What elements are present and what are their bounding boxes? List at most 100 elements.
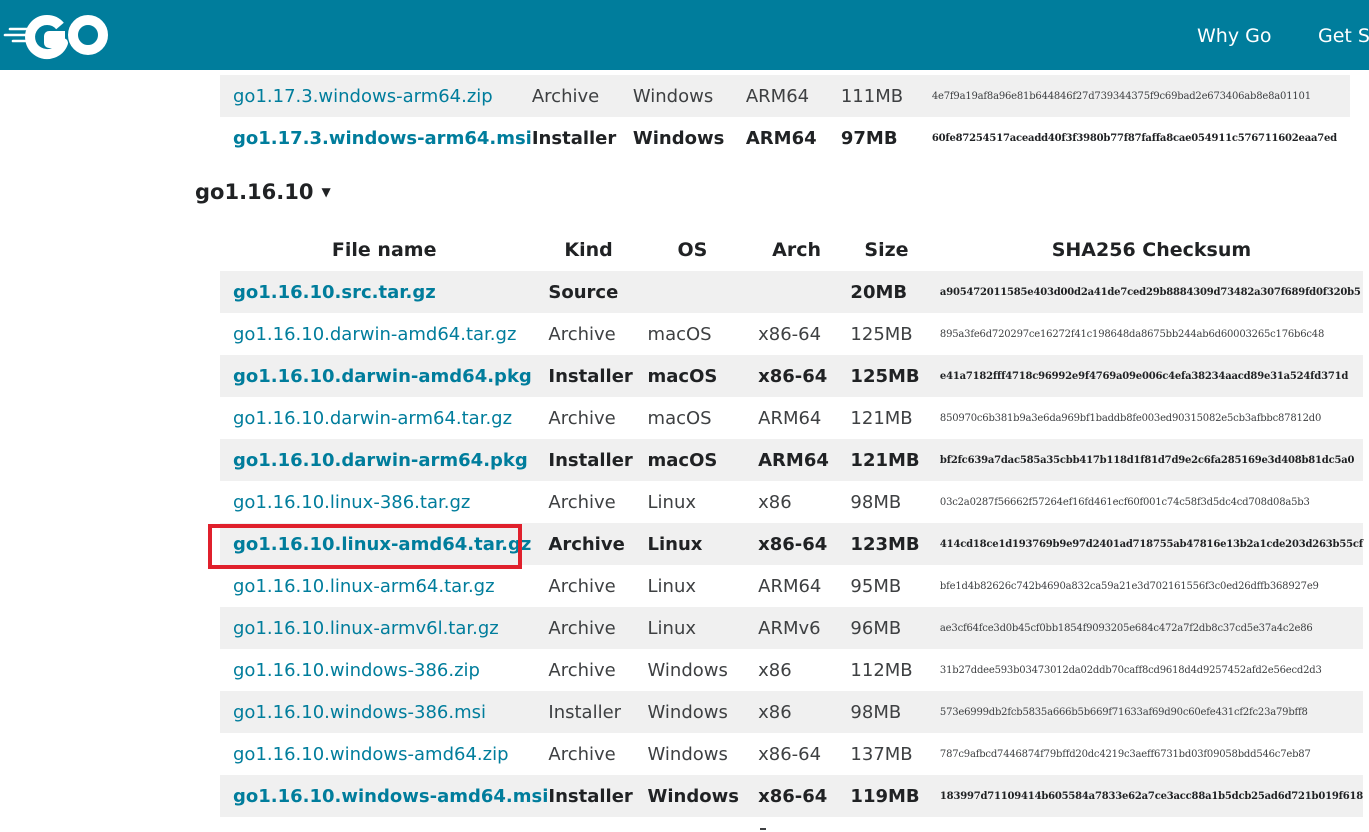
os-cell: macOS <box>647 407 712 429</box>
table-row: go1.16.10.linux-386.tar.gz Archive Linux x8… <box>220 481 1363 523</box>
col-arch: Arch <box>772 239 821 261</box>
checksum-cell: 183997d71109414b605584a7833e62a7ce3acc88… <box>939 790 1363 802</box>
checksum-cell: 4e7f9a19af8a96e81b644846f27d739344375f9c… <box>931 90 1311 102</box>
size-cell: 111MB <box>840 85 904 107</box>
os-cell: Windows <box>647 659 728 681</box>
download-link[interactable]: go1.16.10.darwin-arm64.pkg <box>233 450 528 471</box>
download-link[interactable]: go1.16.10.windows-386.msi <box>233 702 486 723</box>
size-cell: 119MB <box>850 785 920 807</box>
arch-cell: x86 <box>758 659 792 681</box>
table-row: go1.17.3.windows-arm64.msi Installer Win… <box>220 117 1350 159</box>
site-header: Why Go Get St <box>0 0 1369 70</box>
kind-cell: Installer <box>548 785 633 807</box>
os-cell: Windows <box>632 127 725 149</box>
kind-cell: Archive <box>548 533 625 555</box>
download-link[interactable]: go1.16.10.windows-amd64.zip <box>233 744 509 765</box>
size-cell: 121MB <box>850 407 913 429</box>
os-cell: Windows <box>647 743 728 765</box>
table-row: go1.16.10.windows-386.msi Installer Window… <box>220 691 1363 733</box>
kind-cell: Installer <box>548 365 633 387</box>
download-link[interactable]: go1.16.10.linux-armv6l.tar.gz <box>233 618 499 639</box>
download-link[interactable]: go1.16.10.darwin-amd64.tar.gz <box>233 324 516 345</box>
arch-cell: x86-64 <box>758 533 828 555</box>
checksum-cell: 60fe87254517aceadd40f3f3980b77f87faffa8c… <box>931 132 1337 144</box>
release-files-table: File name Kind OS Arch Size SHA256 Check… <box>220 229 1363 817</box>
caret-down-icon: ▼ <box>321 185 331 199</box>
checksum-cell: e41a7182fff4718c96992e9f4769a09e006c4efa… <box>939 370 1349 382</box>
os-cell: Linux <box>647 617 697 639</box>
os-cell: Windows <box>647 785 739 807</box>
table-row: go1.16.10.linux-arm64.tar.gz Archive Linux… <box>220 565 1363 607</box>
os-cell: Windows <box>647 701 728 723</box>
download-link[interactable]: go1.16.10.linux-arm64.tar.gz <box>233 576 495 597</box>
col-os: OS <box>677 239 708 261</box>
divider <box>760 828 766 830</box>
os-cell: macOS <box>647 365 718 387</box>
table-row: go1.16.10.src.tar.gz Source 20MB a905472011… <box>220 271 1363 313</box>
size-cell: 97MB <box>840 127 898 149</box>
size-cell: 125MB <box>850 365 920 387</box>
kind-cell: Archive <box>548 743 616 765</box>
kind-cell: Archive <box>548 659 616 681</box>
prev-release-table: go1.17.3.windows-arm64.zip Archive Windo… <box>220 75 1350 159</box>
arch-cell: ARMv6 <box>758 617 821 639</box>
arch-cell: x86-64 <box>758 785 828 807</box>
col-file-name: File name <box>331 239 437 261</box>
arch-cell: ARM64 <box>758 449 829 471</box>
checksum-cell: 895a3fe6d720297ce16272f41c198648da8675bb… <box>939 328 1325 340</box>
size-cell: 20MB <box>850 281 908 303</box>
size-cell: 95MB <box>850 575 902 597</box>
download-link[interactable]: go1.16.10.darwin-amd64.pkg <box>233 366 532 387</box>
nav-get-started[interactable]: Get St <box>1318 23 1369 49</box>
os-cell: Windows <box>632 85 714 107</box>
checksum-cell: a905472011585e403d00d2a41de7ced29b888430… <box>939 286 1361 298</box>
size-cell: 121MB <box>850 449 920 471</box>
size-cell: 123MB <box>850 533 920 555</box>
os-cell: macOS <box>647 449 718 471</box>
table-row: go1.16.10.windows-amd64.zip Archive Window… <box>220 733 1363 775</box>
arch-cell: x86-64 <box>758 323 822 345</box>
table-row: go1.16.10.darwin-amd64.tar.gz Archive macO… <box>220 313 1363 355</box>
size-cell: 96MB <box>850 617 902 639</box>
arch-cell: ARM64 <box>745 127 817 149</box>
download-link[interactable]: go1.17.3.windows-arm64.zip <box>233 86 493 107</box>
size-cell: 98MB <box>850 701 902 723</box>
checksum-cell: 03c2a0287f56662f57264ef16fd461ecf60f001c… <box>939 496 1310 508</box>
os-cell: macOS <box>647 323 712 345</box>
checksum-cell: bf2fc639a7dac585a35cbb417b118d1f81d7d9e2… <box>939 454 1355 466</box>
download-link[interactable]: go1.16.10.linux-386.tar.gz <box>233 492 470 513</box>
kind-cell: Installer <box>548 449 633 471</box>
table-row: go1.16.10.darwin-arm64.tar.gz Archive macO… <box>220 397 1363 439</box>
arch-cell: ARM64 <box>758 407 822 429</box>
checksum-cell: ae3cf64fce3d0b45cf0bb1854f9093205e684c47… <box>939 622 1313 634</box>
checksum-cell: 31b27ddee593b03473012da02ddb70caff8cd961… <box>939 664 1322 676</box>
table-row: go1.16.10.darwin-amd64.pkg Installer macOS… <box>220 355 1363 397</box>
go-logo-icon[interactable] <box>2 8 114 62</box>
download-link[interactable]: go1.16.10.darwin-arm64.tar.gz <box>233 408 512 429</box>
arch-cell: ARM64 <box>758 575 822 597</box>
checksum-cell: bfe1d4b82626c742b4690a832ca59a21e3d70216… <box>939 580 1319 592</box>
download-link[interactable]: go1.16.10.src.tar.gz <box>233 282 436 303</box>
table-row: go1.16.10.windows-amd64.msi Installer Wind… <box>220 775 1363 817</box>
table-row: go1.16.10.windows-386.zip Archive Windows x… <box>220 649 1363 691</box>
kind-cell: Archive <box>531 85 600 107</box>
os-cell <box>648 271 759 313</box>
arch-cell: x86 <box>758 491 792 513</box>
os-cell: Linux <box>647 575 697 597</box>
download-link[interactable]: go1.16.10.windows-386.zip <box>233 660 480 681</box>
release-version: go1.16.10 <box>195 180 314 204</box>
nav-why-go[interactable]: Why Go <box>1197 23 1271 49</box>
release-toggle[interactable]: go1.16.10 ▼ <box>195 180 331 204</box>
kind-cell: Installer <box>548 701 622 723</box>
kind-cell: Archive <box>548 323 616 345</box>
download-link[interactable]: go1.16.10.windows-amd64.msi <box>233 786 548 807</box>
table-row: go1.17.3.windows-arm64.zip Archive Windo… <box>220 75 1350 117</box>
size-cell: 125MB <box>850 323 913 345</box>
checksum-cell: 787c9afbcd7446874f79bffd20dc4219c3aeff67… <box>939 748 1311 760</box>
os-cell: Linux <box>647 533 703 555</box>
size-cell: 112MB <box>850 659 913 681</box>
download-link[interactable]: go1.17.3.windows-arm64.msi <box>233 128 532 149</box>
arch-cell <box>758 271 850 313</box>
table-header-row: File name Kind OS Arch Size SHA256 Check… <box>220 229 1363 271</box>
col-kind: Kind <box>564 239 613 261</box>
